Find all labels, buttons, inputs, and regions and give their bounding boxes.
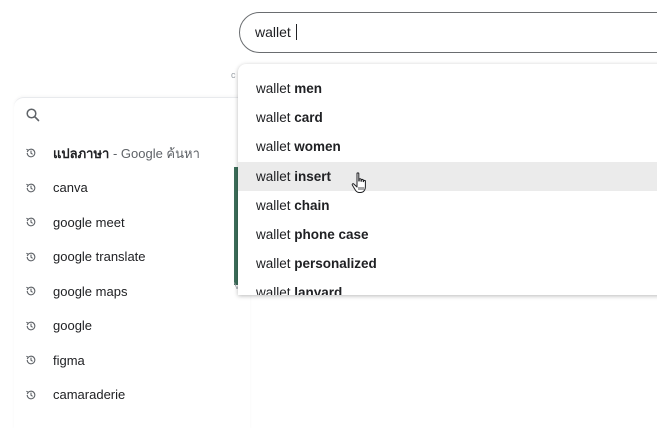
- suggestion-item[interactable]: wallet lanyard: [238, 278, 657, 295]
- recent-search-label: canva: [53, 180, 88, 196]
- history-icon: [26, 217, 36, 227]
- hand-pointer-icon: [351, 172, 366, 193]
- history-icon: [26, 390, 36, 400]
- suggestion-item[interactable]: wallet personalized: [238, 249, 657, 278]
- suggestion-item[interactable]: wallet card: [238, 103, 657, 132]
- recent-search-label: camaraderie: [53, 387, 126, 403]
- recent-search-label: แปลภาษา - Google ค้นหา: [53, 145, 200, 161]
- suggestion-list: wallet men wallet card wallet women wall…: [238, 74, 657, 295]
- recent-search-item[interactable]: figma: [14, 343, 250, 378]
- history-icon: [26, 321, 36, 331]
- suggestion-item-highlighted[interactable]: wallet insert: [238, 161, 657, 191]
- recent-search-label: google: [53, 318, 93, 334]
- suggestion-item[interactable]: wallet phone case: [238, 220, 657, 249]
- recent-search-label: figma: [53, 352, 85, 368]
- search-icon: [26, 108, 40, 122]
- recent-search-item[interactable]: google meet: [14, 205, 250, 240]
- recent-search-item[interactable]: แปลภาษา - Google ค้นหา: [14, 136, 250, 171]
- history-icon: [26, 148, 36, 158]
- recent-search-item[interactable]: google translate: [14, 240, 250, 275]
- autocomplete-dropdown: wallet men wallet card wallet women wall…: [238, 64, 657, 295]
- recent-searches-panel: แปลภาษา - Google ค้นหา canva google meet: [14, 97, 250, 428]
- suggestion-item[interactable]: wallet women: [238, 132, 657, 161]
- history-icon: [26, 286, 36, 296]
- text-caret: [295, 24, 297, 40]
- recent-search-item[interactable]: google maps: [14, 274, 250, 309]
- recent-search-item[interactable]: canva: [14, 171, 250, 206]
- background-text-fragment: c: [231, 70, 236, 80]
- search-input-value: wallet: [255, 24, 297, 40]
- search-input[interactable]: wallet: [239, 12, 657, 53]
- history-icon: [26, 183, 36, 193]
- history-icon: [26, 252, 36, 262]
- recent-search-item[interactable]: camaraderie: [14, 378, 250, 413]
- suggestion-item[interactable]: wallet chain: [238, 191, 657, 220]
- suggestion-item[interactable]: wallet men: [238, 74, 657, 103]
- recent-search-list: แปลภาษา - Google ค้นหา canva google meet: [14, 136, 250, 412]
- recent-search-label: google translate: [53, 249, 146, 265]
- history-icon: [26, 355, 36, 365]
- recent-search-label: google maps: [53, 283, 128, 299]
- recent-search-item[interactable]: google: [14, 309, 250, 344]
- recent-search-label: google meet: [53, 214, 125, 230]
